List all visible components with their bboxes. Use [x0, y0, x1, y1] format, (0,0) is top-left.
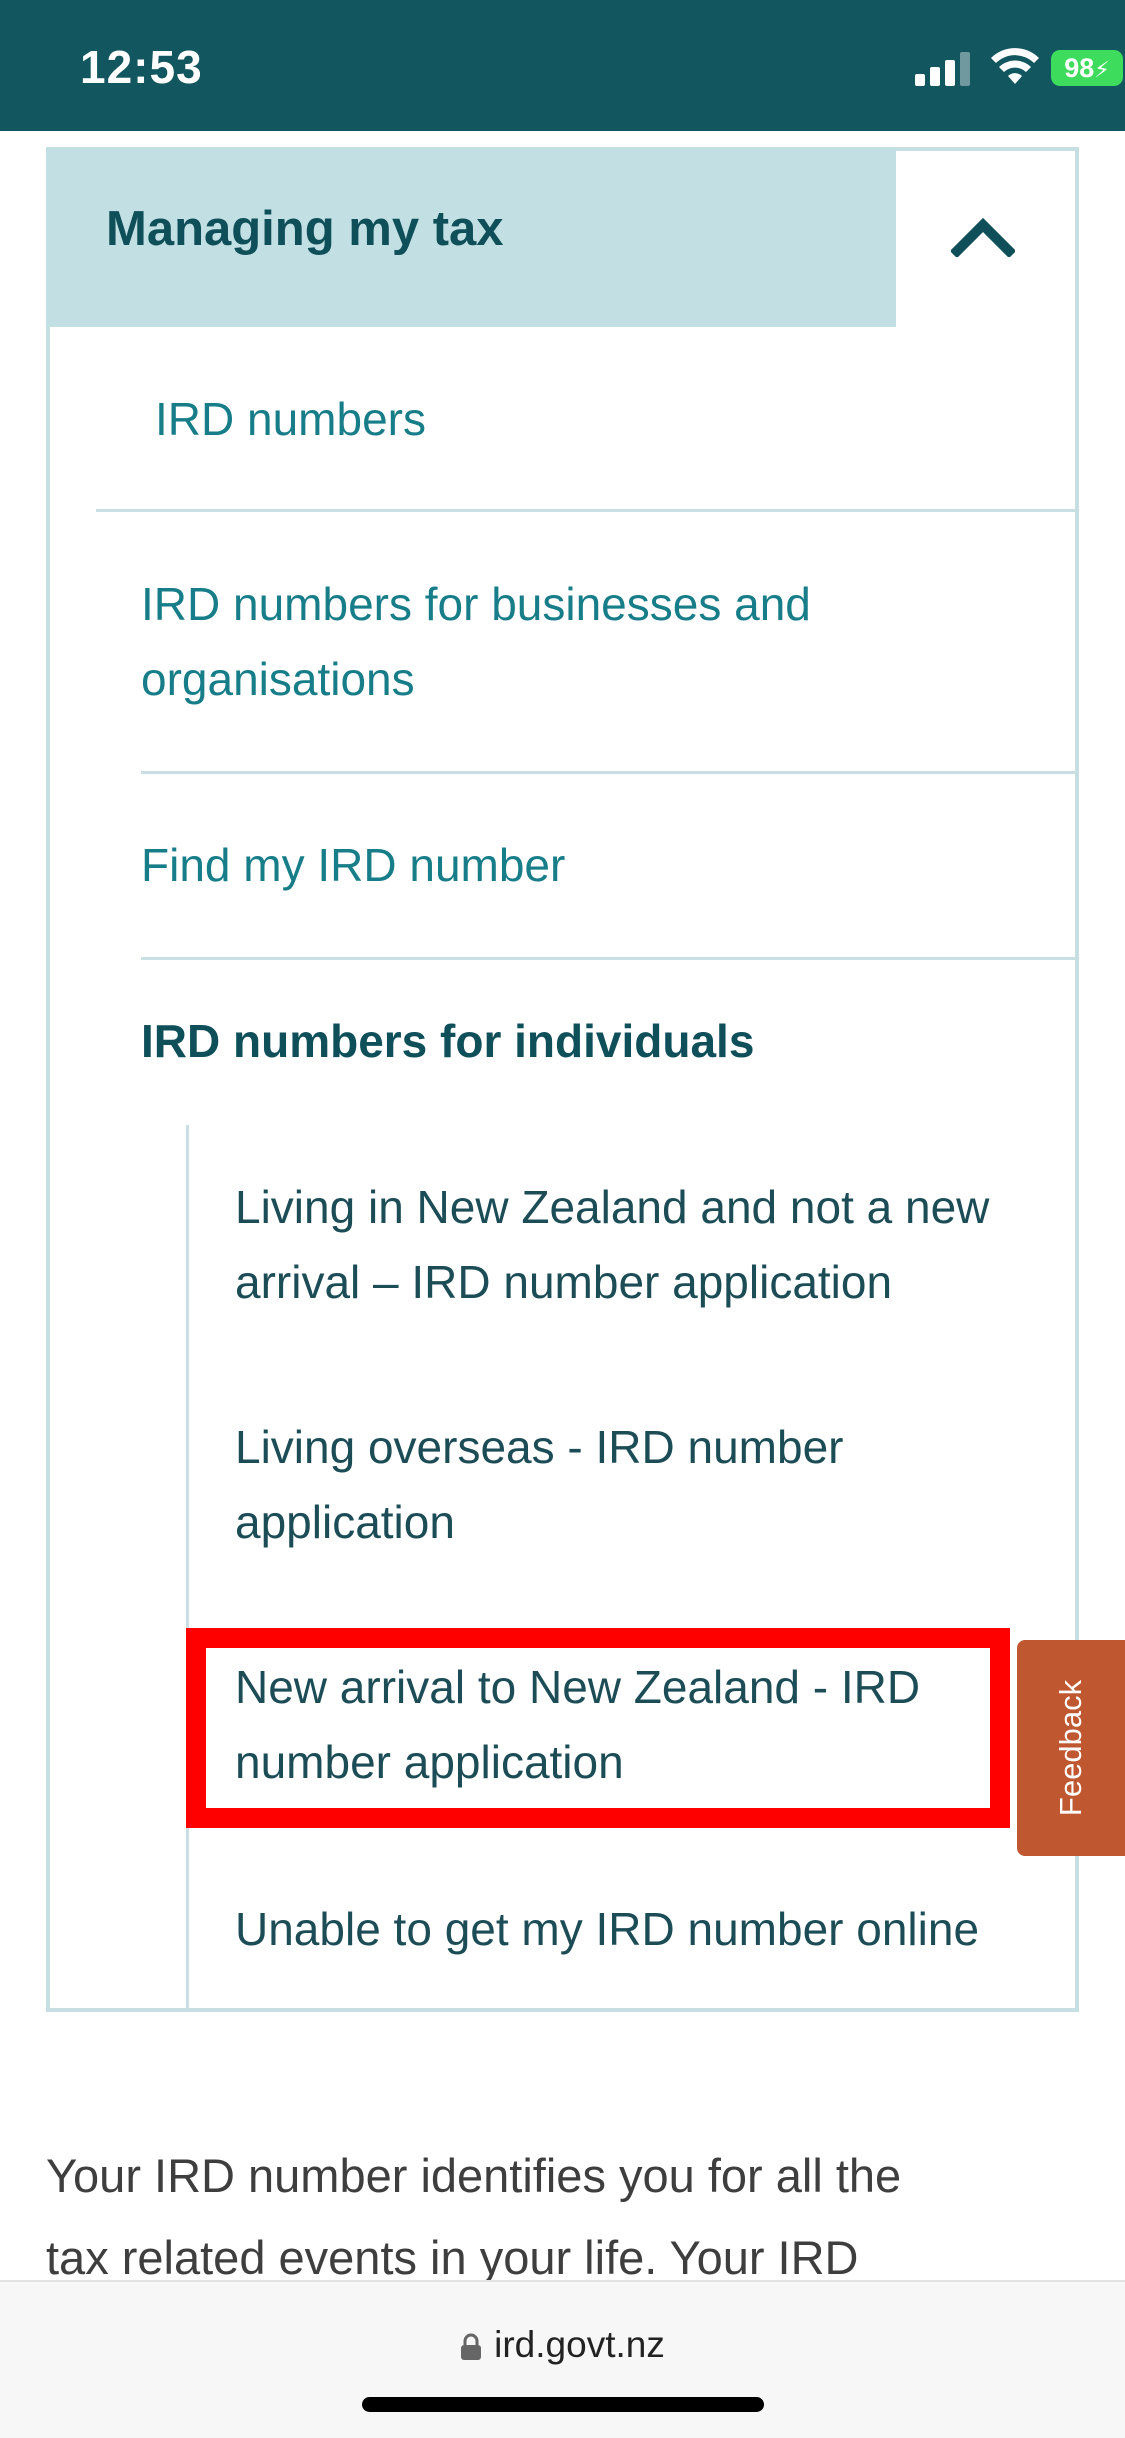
lock-icon — [461, 2333, 482, 2361]
submenu-item-living-overseas[interactable]: Living overseas - IRD number application — [235, 1410, 1075, 1560]
collapse-menu-button[interactable] — [896, 147, 1079, 327]
submenu-item-unable-online[interactable]: Unable to get my IRD number online — [235, 1892, 1075, 1967]
battery-level: 98 — [1064, 53, 1095, 83]
intro-line: Your IRD number identifies you for all t… — [46, 2149, 902, 2202]
highlight-box — [186, 1628, 1010, 1828]
feedback-button[interactable]: Feedback — [1017, 1640, 1125, 1856]
menu-item-ird-numbers[interactable]: IRD numbers — [155, 382, 426, 457]
submenu-item-label: application — [235, 1496, 455, 1548]
submenu-item-living-in-nz[interactable]: Living in New Zealand and not a new arri… — [235, 1170, 1075, 1320]
menu-item-businesses[interactable]: IRD numbers for businesses and organisat… — [141, 567, 811, 717]
signal-icon — [915, 52, 973, 86]
divider — [96, 509, 1075, 512]
menu-title: Managing my tax — [106, 202, 504, 256]
current-section-title[interactable]: IRD numbers for individuals — [141, 1014, 754, 1068]
divider — [141, 957, 1075, 960]
intro-paragraph: Your IRD number identifies you for all t… — [46, 2135, 1086, 2299]
submenu-item-label: Living overseas - IRD number — [235, 1421, 844, 1473]
wifi-icon — [991, 48, 1039, 84]
submenu-item-label: Living in New Zealand and not a new — [235, 1181, 990, 1233]
url-text: ird.govt.nz — [494, 2324, 665, 2365]
divider — [141, 771, 1075, 774]
menu-item-label: IRD numbers for businesses and — [141, 578, 811, 630]
chevron-up-icon — [951, 217, 1015, 257]
feedback-label: Feedback — [1053, 1679, 1088, 1817]
status-time: 12:53 — [80, 41, 203, 93]
home-indicator[interactable] — [362, 2397, 764, 2412]
menu-item-find-ird-number[interactable]: Find my IRD number — [141, 828, 565, 903]
battery-charging-icon: 98⚡ — [1051, 50, 1123, 86]
browser-address-bar[interactable]: ird.govt.nz — [0, 2280, 1125, 2438]
submenu-item-label: arrival – IRD number application — [235, 1256, 893, 1308]
status-bar: 12:53 98⚡ — [0, 0, 1125, 131]
submenu-rail — [186, 1125, 189, 2010]
menu-header[interactable]: Managing my tax — [46, 147, 896, 327]
menu-item-label: organisations — [141, 653, 415, 705]
